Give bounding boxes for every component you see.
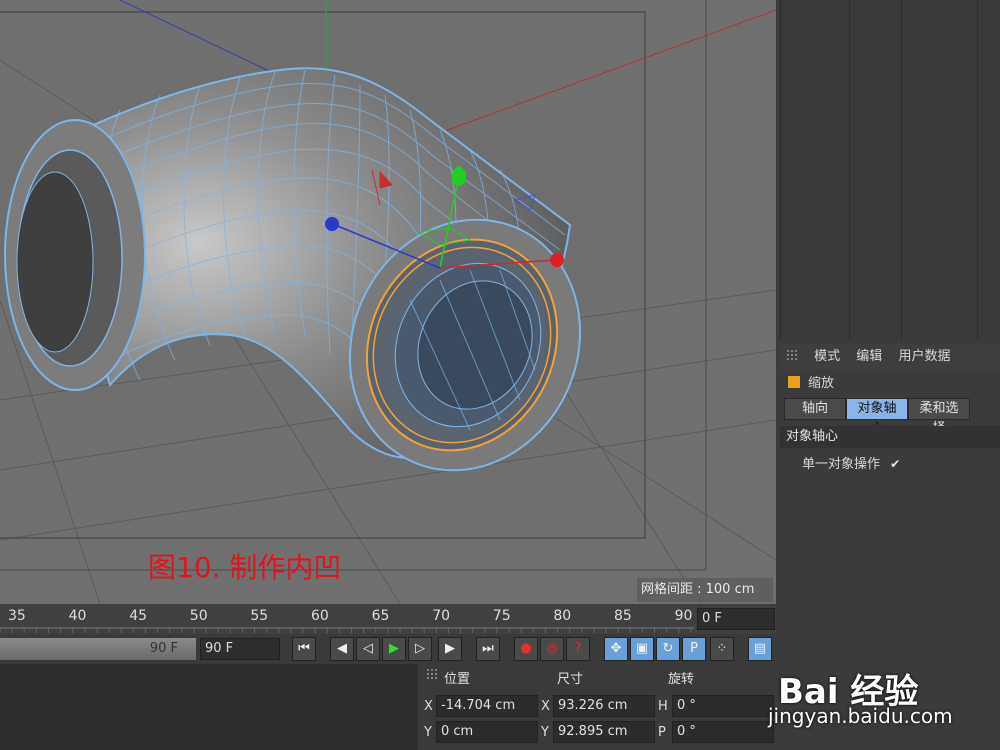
position-header: 位置 <box>444 672 471 687</box>
timeline-tick-label: 60 <box>311 608 329 624</box>
object-manager[interactable] <box>780 0 1000 340</box>
grid-spacing-label: 网格间距 : 100 cm <box>637 578 773 602</box>
timeline-tick-label: 55 <box>250 608 269 624</box>
attribute-title-label: 缩放 <box>808 376 835 391</box>
ruler-ticks <box>0 627 694 633</box>
rot-h-field[interactable]: 0 ° <box>672 695 774 717</box>
size-y-field[interactable]: 92.895 cm <box>553 721 655 743</box>
rotate-key-button[interactable]: ↻ <box>656 637 680 661</box>
viewport-scene <box>0 0 776 604</box>
pos-x-label: X <box>424 699 433 714</box>
material-manager[interactable] <box>0 664 418 750</box>
current-frame-field[interactable]: 0 F <box>697 608 775 630</box>
timeline-tick-label: 75 <box>492 608 511 624</box>
tab-soft-selection[interactable]: 柔和选择 <box>908 398 970 436</box>
grip-icon <box>786 349 798 361</box>
right-panel: 模式 编辑 用户数据 缩放 轴向 对象轴心 柔和选择 对象轴心 单一对象操作 ✔ <box>776 0 1000 750</box>
single-object-property: 单一对象操作 ✔ <box>802 454 902 475</box>
range-slider[interactable]: 90 F <box>0 638 196 660</box>
go-to-start-button[interactable]: ⏮ <box>292 637 316 661</box>
attribute-tabs: 轴向 对象轴心 柔和选择 <box>784 398 970 436</box>
tab-object-axis[interactable]: 对象轴心 <box>846 398 908 436</box>
pos-y-label: Y <box>424 725 432 740</box>
watermark-url: jingyan.baidu.com <box>768 704 953 728</box>
size-x-label: X <box>541 699 550 714</box>
baidu-watermark: Bai 经验 jingyan.baidu.com <box>768 640 1000 750</box>
menu-user-data[interactable]: 用户数据 <box>898 349 950 364</box>
prev-key-button[interactable]: ◀ <box>330 637 354 661</box>
next-key-button[interactable]: ▶ <box>438 637 462 661</box>
timeline-tick-label: 35 <box>8 608 26 624</box>
auto-key-button[interactable]: ◎ <box>540 637 564 661</box>
rot-p-field[interactable]: 0 ° <box>672 721 774 743</box>
param-key-button[interactable]: P <box>682 637 706 661</box>
rotation-header: 旋转 <box>668 672 695 687</box>
viewport[interactable]: 图10. 制作内凹 网格间距 : 100 cm <box>0 0 776 604</box>
scale-tool-icon <box>788 376 800 388</box>
record-button[interactable]: ● <box>514 637 538 661</box>
attribute-title: 缩放 <box>780 372 1000 396</box>
timeline-tick-label: 90 <box>674 608 693 624</box>
scale-key-button[interactable]: ▣ <box>630 637 654 661</box>
size-y-label: Y <box>541 725 549 740</box>
menu-mode[interactable]: 模式 <box>814 349 840 364</box>
x-axis-line <box>419 9 776 141</box>
pos-x-field[interactable]: -14.704 cm <box>436 695 538 717</box>
checkbox[interactable]: ✔ <box>890 454 902 471</box>
property-label: 单一对象操作 <box>802 457 881 472</box>
pos-y-field[interactable]: 0 cm <box>436 721 538 743</box>
timeline-tick-label: 50 <box>189 608 208 624</box>
timeline-tick-label: 85 <box>614 608 632 624</box>
size-x-field[interactable]: 93.226 cm <box>553 695 655 717</box>
z-handle-icon <box>325 217 339 231</box>
timeline-tick-label: 80 <box>553 608 572 624</box>
elbow-pipe-mesh <box>4 67 582 472</box>
play-button[interactable]: ▶ <box>382 637 406 661</box>
x-handle-icon <box>550 253 564 267</box>
keyframe-selection-button[interactable]: ? <box>566 637 590 661</box>
range-end-label: 90 F <box>149 641 178 656</box>
timeline-ruler[interactable]: 35 40 45 50 55 60 65 70 75 80 85 90 <box>0 604 776 634</box>
timeline-tick-label: 70 <box>432 608 451 624</box>
size-header: 尺寸 <box>557 672 584 687</box>
go-to-end-button[interactable]: ⏭ <box>476 637 500 661</box>
timeline-tick-label: 45 <box>129 608 148 624</box>
grip-icon <box>426 668 442 683</box>
figure-caption: 图10. 制作内凹 <box>148 551 342 584</box>
timeline-tick-label: 40 <box>68 608 87 624</box>
move-key-button[interactable]: ✥ <box>604 637 628 661</box>
tab-axis[interactable]: 轴向 <box>784 398 846 420</box>
timeline-tick-label: 65 <box>371 608 390 624</box>
rot-h-label: H <box>658 699 668 714</box>
menu-edit[interactable]: 编辑 <box>856 349 882 364</box>
section-header: 对象轴心 <box>780 426 1000 448</box>
end-frame-field[interactable]: 90 F <box>200 638 280 660</box>
attribute-menubar: 模式 编辑 用户数据 <box>780 344 1000 370</box>
rot-p-label: P <box>658 725 666 740</box>
next-frame-button[interactable]: ▷ <box>408 637 432 661</box>
prev-frame-button[interactable]: ◁ <box>356 637 380 661</box>
point-level-button[interactable]: ⁘ <box>710 637 734 661</box>
